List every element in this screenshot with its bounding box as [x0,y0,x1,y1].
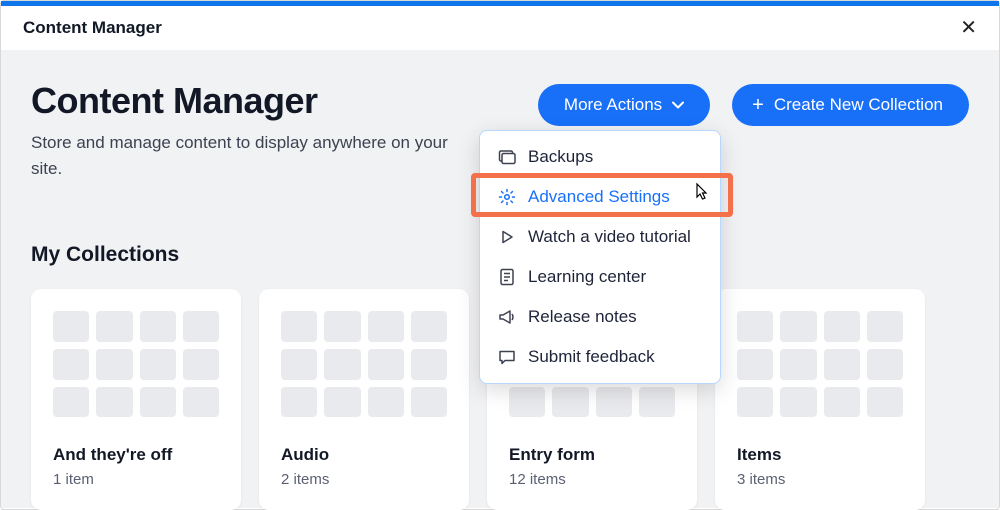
dropdown-item-label: Submit feedback [528,347,655,367]
dropdown-item-label: Backups [528,147,593,167]
close-icon[interactable]: ✕ [960,18,977,38]
dropdown-item-submit-feedback[interactable]: Submit feedback [480,337,720,377]
collection-count: 3 items [737,471,903,488]
page-title: Content Manager [31,80,538,122]
play-icon [498,228,516,246]
collection-card[interactable]: Audio 2 items [259,289,469,510]
header-title: Content Manager [23,18,162,38]
action-buttons: More Actions + Create New Collection [538,84,969,126]
collection-title: Items [737,445,903,465]
dropdown-item-label: Advanced Settings [528,187,670,207]
chat-icon [498,348,516,366]
collection-title: Audio [281,445,447,465]
title-block: Content Manager Store and manage content… [31,80,538,181]
collection-title: And they're off [53,445,219,465]
more-actions-button[interactable]: More Actions [538,84,710,126]
dropdown-item-label: Release notes [528,307,637,327]
header-bar: Content Manager ✕ [1,6,999,50]
collection-thumb [281,311,447,417]
collection-thumb [737,311,903,417]
backups-icon [498,148,516,166]
content-area: Content Manager Store and manage content… [1,50,999,508]
collection-card[interactable]: And they're off 1 item [31,289,241,510]
page-subtitle: Store and manage content to display anyw… [31,130,451,181]
document-icon [498,268,516,286]
dropdown-item-advanced-settings[interactable]: Advanced Settings [480,177,720,217]
megaphone-icon [498,308,516,326]
dropdown-item-learning-center[interactable]: Learning center [480,257,720,297]
dropdown-item-video-tutorial[interactable]: Watch a video tutorial [480,217,720,257]
dropdown-item-label: Watch a video tutorial [528,227,691,247]
collection-count: 12 items [509,471,675,488]
collection-card[interactable]: Items 3 items [715,289,925,510]
collection-thumb [53,311,219,417]
gear-icon [498,188,516,206]
more-actions-label: More Actions [564,95,662,115]
create-collection-button[interactable]: + Create New Collection [732,84,969,126]
collection-count: 2 items [281,471,447,488]
dropdown-item-label: Learning center [528,267,646,287]
collection-title: Entry form [509,445,675,465]
dropdown-item-backups[interactable]: Backups [480,137,720,177]
chevron-down-icon [672,99,684,111]
collection-count: 1 item [53,471,219,488]
dropdown-item-release-notes[interactable]: Release notes [480,297,720,337]
more-actions-dropdown: Backups Advanced Settings Watch a video … [479,130,721,384]
create-collection-label: Create New Collection [774,95,943,115]
